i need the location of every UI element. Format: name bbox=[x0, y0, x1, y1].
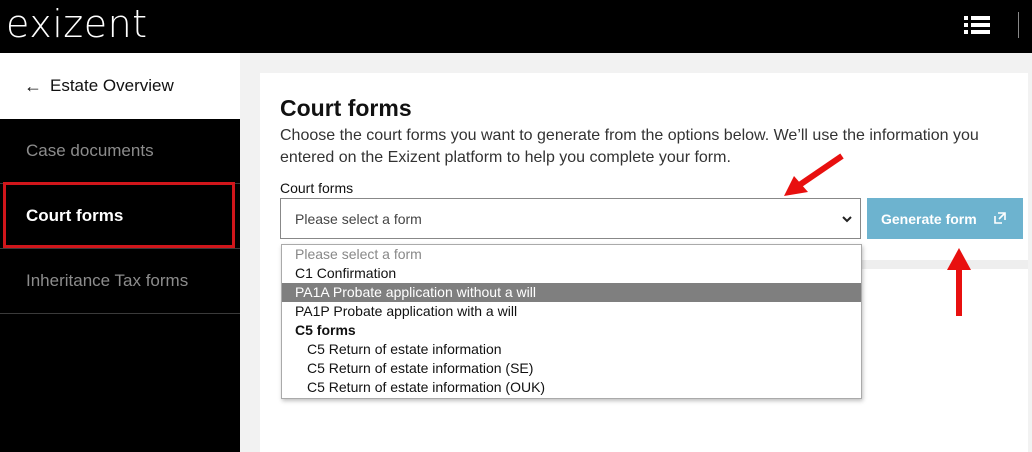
header-divider bbox=[1018, 12, 1019, 38]
arrow-left-icon: ← bbox=[24, 75, 42, 96]
court-form-dropdown-list: Please select a form C1 Confirmation PA1… bbox=[281, 244, 862, 399]
generate-form-label: Generate form bbox=[881, 210, 977, 227]
page-intro: Choose the court forms you want to gener… bbox=[280, 127, 979, 166]
external-link-icon bbox=[994, 212, 1006, 224]
court-forms-label: Court forms bbox=[280, 180, 354, 196]
dropdown-option-pa1p[interactable]: PA1P Probate application with a will bbox=[282, 302, 861, 321]
dropdown-option-pa1a[interactable]: PA1A Probate application without a will bbox=[282, 283, 861, 302]
dropdown-option-c5[interactable]: C5 Return of estate information bbox=[282, 340, 861, 359]
dropdown-option-c1[interactable]: C1 Confirmation bbox=[282, 264, 861, 283]
back-to-estate-overview-link[interactable]: ← Estate Overview bbox=[0, 53, 240, 119]
chevron-down-icon bbox=[842, 216, 852, 223]
sidebar-item-label: Case documents bbox=[26, 141, 154, 160]
page-title: Court forms bbox=[280, 95, 412, 121]
sidebar-item-case-documents[interactable]: Case documents bbox=[0, 119, 240, 184]
annotation-highlight-box bbox=[3, 182, 235, 248]
back-link-label: Estate Overview bbox=[50, 76, 174, 95]
dropdown-group-c5: C5 forms bbox=[295, 322, 356, 338]
list-icon[interactable] bbox=[964, 15, 990, 35]
annotation-arrow-icon bbox=[784, 153, 844, 196]
annotation-arrow-icon bbox=[947, 248, 971, 316]
sidebar-item-inheritance-tax-forms[interactable]: Inheritance Tax forms bbox=[0, 249, 240, 314]
select-value: Please select a form bbox=[295, 210, 422, 227]
dropdown-option-c5-se[interactable]: C5 Return of estate information (SE) bbox=[282, 359, 861, 378]
exizent-logo[interactable]: exizent bbox=[6, 2, 148, 46]
generate-form-button[interactable]: Generate form bbox=[867, 198, 1023, 239]
sidebar: ← Estate Overview Case documents Court f… bbox=[0, 53, 240, 452]
top-bar: exizent bbox=[0, 0, 1032, 53]
court-form-select[interactable]: Please select a form bbox=[280, 198, 861, 239]
dropdown-option-placeholder[interactable]: Please select a form bbox=[282, 245, 861, 264]
sidebar-item-label: Inheritance Tax forms bbox=[26, 271, 189, 290]
dropdown-option-c5-ouk[interactable]: C5 Return of estate information (OUK) bbox=[282, 378, 861, 397]
